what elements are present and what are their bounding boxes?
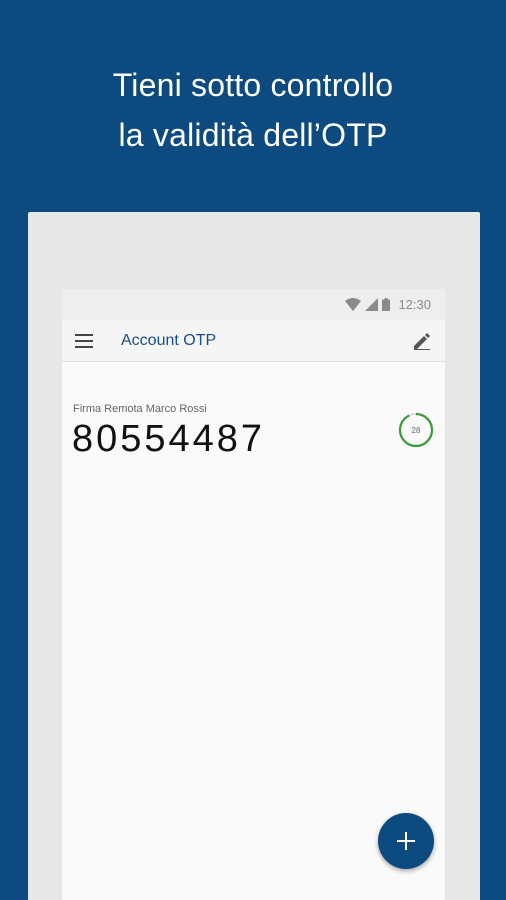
- app-bar: Account OTP: [62, 320, 445, 362]
- edit-button[interactable]: [409, 328, 435, 354]
- hamburger-menu-icon: [75, 333, 93, 348]
- phone-screen: 12:30 Account OTP Firma Remota Marco Ros…: [62, 289, 445, 900]
- signal-icon: [365, 298, 379, 311]
- status-time: 12:30: [398, 297, 431, 312]
- device-frame: 12:30 Account OTP Firma Remota Marco Ros…: [28, 212, 480, 900]
- otp-timer: 28: [398, 412, 434, 448]
- plus-icon: [397, 832, 415, 850]
- app-title: Account OTP: [121, 331, 217, 349]
- promo-line-1: Tieni sotto controllo: [112, 67, 394, 103]
- promo-line-2: la validità dell’OTP: [118, 117, 388, 153]
- wifi-icon: [345, 298, 362, 311]
- account-list-item[interactable]: Firma Remota Marco Rossi 80554487 28: [62, 399, 445, 469]
- pencil-icon: [414, 333, 430, 350]
- battery-icon: [382, 298, 391, 311]
- promo-headline: Tieni sotto controllo la validità dell’O…: [0, 60, 506, 160]
- add-account-button[interactable]: [378, 813, 434, 869]
- otp-code: 80554487: [72, 418, 266, 460]
- timer-seconds: 28: [411, 425, 421, 435]
- account-name: Firma Remota Marco Rossi: [73, 403, 207, 415]
- status-bar: 12:30: [62, 289, 445, 320]
- menu-button[interactable]: [62, 320, 106, 362]
